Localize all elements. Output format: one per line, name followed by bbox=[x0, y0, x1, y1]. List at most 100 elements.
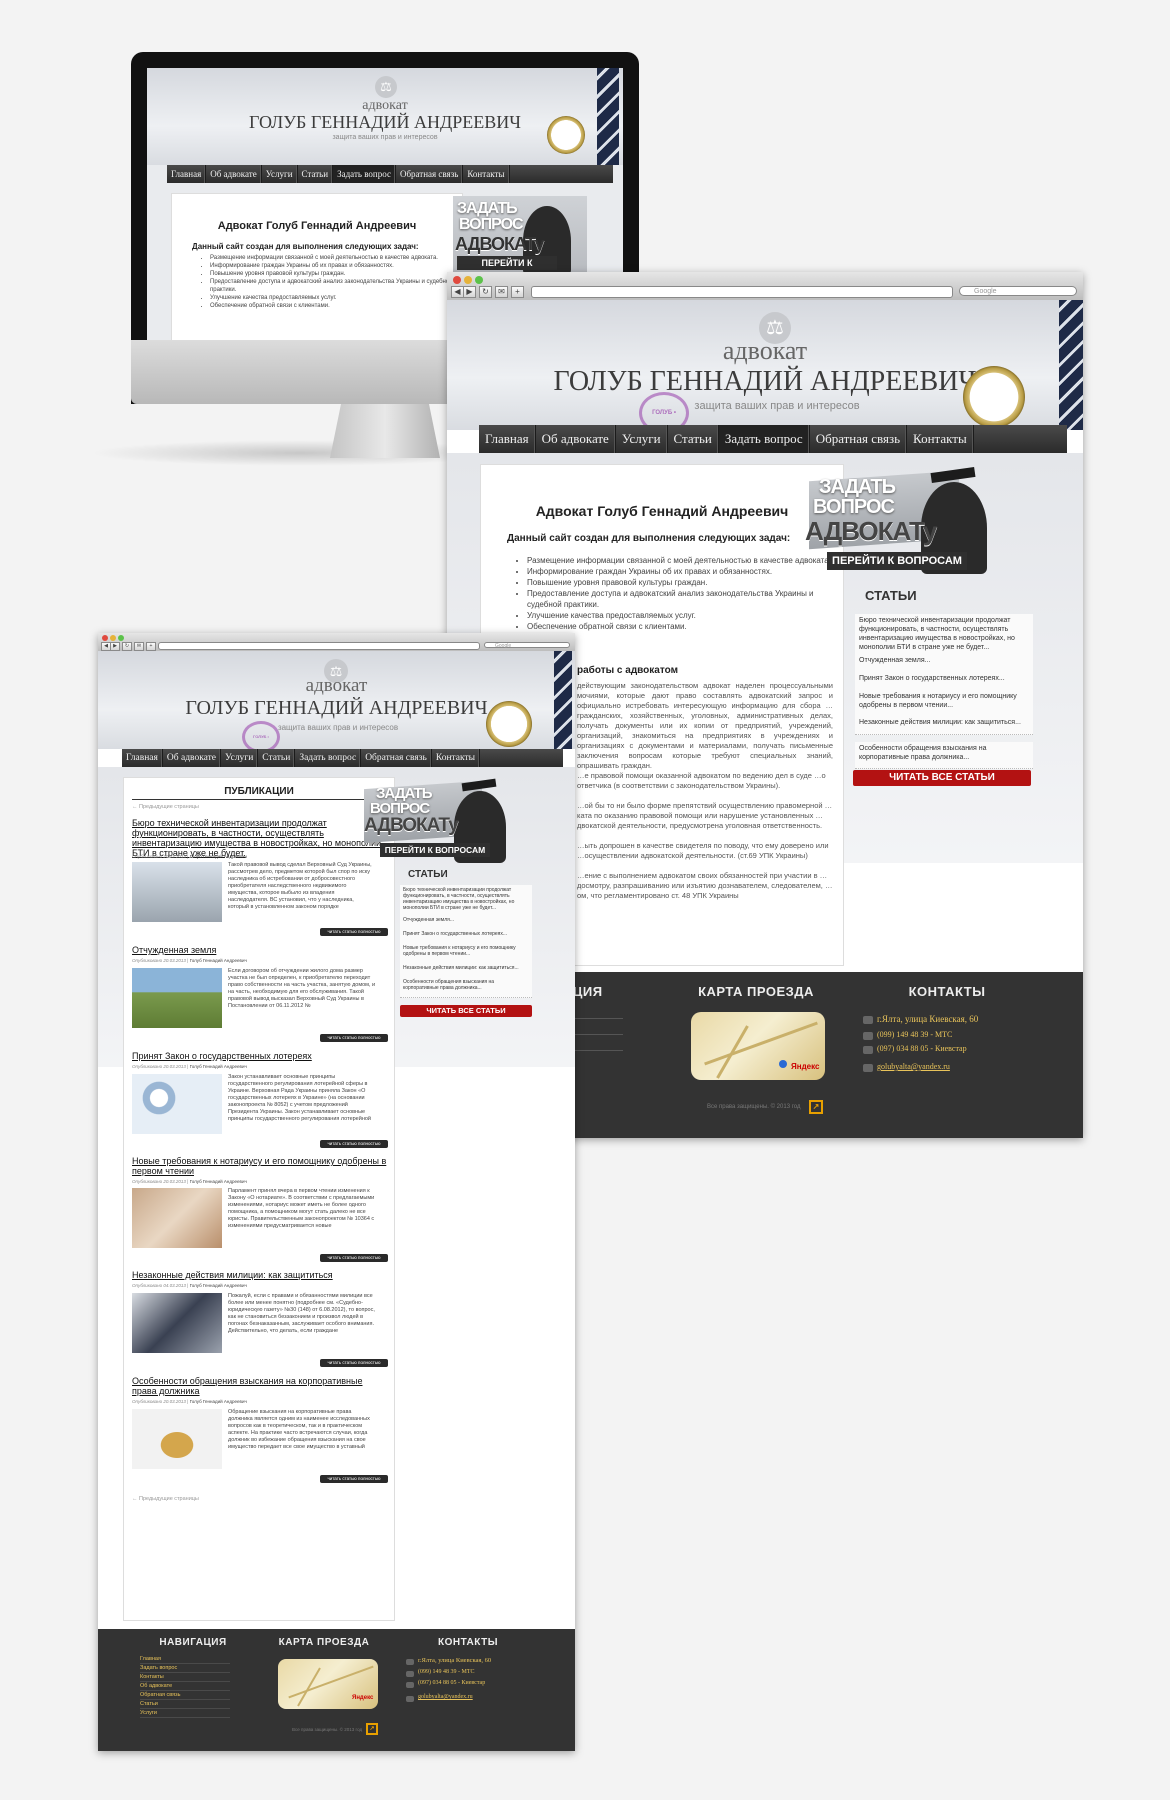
sidebar-article-link[interactable]: Бюро технической инвентаризации продолжа… bbox=[855, 614, 1033, 655]
search-input[interactable]: Google bbox=[484, 642, 570, 649]
nav-item-about[interactable]: Об адвокате bbox=[163, 749, 222, 767]
publication-excerpt: Если договором об отчуждении жилого дома… bbox=[228, 968, 376, 1009]
address-bar[interactable] bbox=[531, 286, 953, 298]
read-more-button[interactable]: читать статью полностью bbox=[320, 1475, 388, 1483]
nav-item-ask[interactable]: Задать вопрос bbox=[295, 749, 362, 767]
prev-pages-link-bottom[interactable]: ← Предыдущие страницы bbox=[132, 1496, 199, 1502]
add-tab-icon[interactable]: + bbox=[511, 286, 524, 298]
ask-lawyer-banner[interactable]: ЗАДАТЬ ВОПРОС АДВОКАТу ПЕРЕЙТИ К ВОПРОСА… bbox=[360, 775, 520, 865]
location-map[interactable]: Яндекс bbox=[691, 1012, 825, 1080]
footer-nav-link[interactable]: Об адвокате bbox=[140, 1682, 230, 1691]
maximize-window-icon[interactable] bbox=[475, 276, 483, 284]
read-more-button[interactable]: читать статью полностью bbox=[320, 1254, 388, 1262]
footer-nav-link[interactable]: Статьи bbox=[140, 1700, 230, 1709]
footer-nav-link[interactable]: Обратная связь bbox=[140, 1691, 230, 1700]
publication-author: Голуб Геннадий Андреевич bbox=[189, 1064, 247, 1069]
minimize-window-icon[interactable] bbox=[464, 276, 472, 284]
footer-nav-title: НАВИГАЦИЯ bbox=[159, 1637, 227, 1648]
sidebar-article-link[interactable]: Незаконные действия милиции: как защитит… bbox=[855, 716, 1033, 735]
publication-image-land bbox=[132, 968, 222, 1028]
sidebar-article-link[interactable]: Отчужденная земля... bbox=[855, 654, 1033, 673]
prev-pages-link-top[interactable]: ← Предыдущие страницы bbox=[132, 804, 199, 810]
contact-email[interactable]: golubyalta@yandex.ru bbox=[877, 1062, 950, 1071]
reload-icon[interactable]: ↻ bbox=[122, 642, 132, 651]
reload-icon[interactable]: ↻ bbox=[479, 286, 492, 298]
nav-item-feedback[interactable]: Обратная связь bbox=[810, 425, 908, 453]
ask-banner-button[interactable]: ПЕРЕЙТИ К ВОПРОСАМ bbox=[457, 256, 557, 276]
task-item: Повышение уровня правовой культуры гражд… bbox=[210, 270, 470, 278]
ask-banner-button[interactable]: ПЕРЕЙТИ К ВОПРОСАМ bbox=[380, 843, 490, 857]
read-all-articles-button[interactable]: ЧИТАТЬ ВСЕ СТАТЬИ bbox=[853, 770, 1031, 786]
sidebar-article-link[interactable]: Отчужденная земля... bbox=[400, 915, 532, 930]
bookmark-icon[interactable]: ✉ bbox=[495, 286, 508, 298]
nav-item-about[interactable]: Об адвокате bbox=[536, 425, 616, 453]
minimize-window-icon[interactable] bbox=[110, 635, 116, 641]
nav-item-ask[interactable]: Задать вопрос bbox=[333, 165, 396, 183]
close-window-icon[interactable] bbox=[102, 635, 108, 641]
nav-item-contacts[interactable]: Контакты bbox=[432, 749, 481, 767]
close-window-icon[interactable] bbox=[453, 276, 461, 284]
ask-banner-button[interactable]: ПЕРЕЙТИ К ВОПРОСАМ bbox=[827, 552, 967, 570]
publication-title[interactable]: Принят Закон о государственных лотереях bbox=[132, 1051, 388, 1061]
section2-paragraph: …ыть допрошен в качестве свидетеля по по… bbox=[577, 841, 829, 860]
footer-nav-link[interactable]: Главная bbox=[140, 1655, 230, 1664]
publications-title: ПУБЛИКАЦИИ bbox=[224, 786, 294, 797]
browser-window-publications: ◀ ▶ ↻ ✉ + Google ⚖ адвокат ГОЛУБ ГЕННАДИ… bbox=[98, 633, 575, 1751]
nav-item-feedback[interactable]: Обратная связь bbox=[396, 165, 464, 183]
add-tab-icon[interactable]: + bbox=[146, 642, 156, 651]
maximize-window-icon[interactable] bbox=[118, 635, 124, 641]
publication-author: Голуб Геннадий Андреевич bbox=[189, 854, 247, 859]
location-map[interactable]: Яндекс bbox=[278, 1659, 378, 1709]
contact-phone-1: (099) 149 48 39 - МТС bbox=[418, 1669, 475, 1675]
content-title: Адвокат Голуб Геннадий Андреевич bbox=[217, 220, 417, 232]
nav-item-services[interactable]: Услуги bbox=[616, 425, 668, 453]
nav-item-articles[interactable]: Статьи bbox=[668, 425, 719, 453]
sidebar-article-link[interactable]: Особенности обращения взыскания на корпо… bbox=[855, 742, 1033, 769]
nav-item-contacts[interactable]: Контакты bbox=[463, 165, 510, 183]
nav-item-articles[interactable]: Статьи bbox=[258, 749, 296, 767]
read-more-button[interactable]: читать статью полностью bbox=[320, 1359, 388, 1367]
publication-title[interactable]: Незаконные действия милиции: как защитит… bbox=[132, 1270, 388, 1280]
sidebar-article-link[interactable]: Новые требования к нотариусу и его помощ… bbox=[400, 943, 532, 964]
nav-item-home[interactable]: Главная bbox=[479, 425, 536, 453]
contact-email[interactable]: golubyalta@yandex.ru bbox=[418, 1694, 473, 1700]
footer-nav-link[interactable]: Услуги bbox=[140, 1709, 230, 1718]
read-more-button[interactable]: читать статью полностью bbox=[320, 928, 388, 936]
nav-item-about[interactable]: Об адвокате bbox=[206, 165, 262, 183]
sidebar-article-link[interactable]: Новые требования к нотариусу и его помощ… bbox=[855, 690, 1033, 717]
nav-item-home[interactable]: Главная bbox=[122, 749, 163, 767]
sidebar-article-link[interactable]: Принят Закон о государственных лотереях.… bbox=[400, 929, 532, 944]
read-more-button[interactable]: читать статью полностью bbox=[320, 1140, 388, 1148]
nav-item-ask[interactable]: Задать вопрос bbox=[718, 425, 810, 453]
footer-nav-link[interactable]: Задать вопрос bbox=[140, 1664, 230, 1673]
forward-icon[interactable]: ▶ bbox=[110, 642, 120, 651]
ask-lawyer-banner[interactable]: ЗАДАТЬ ВОПРОС АДВОКАТу ПЕРЕЙТИ К ВОПРОСА… bbox=[453, 196, 587, 276]
bookmark-icon[interactable]: ✉ bbox=[134, 642, 144, 651]
sidebar-article-link[interactable]: Незаконные действия милиции: как защитит… bbox=[400, 963, 532, 978]
search-input[interactable]: Google bbox=[959, 286, 1077, 296]
publication-title[interactable]: Отчужденная земля bbox=[132, 945, 388, 955]
nav-item-services[interactable]: Услуги bbox=[262, 165, 298, 183]
sidebar-article-link[interactable]: Бюро технической инвентаризации продолжа… bbox=[400, 885, 532, 916]
publication-title[interactable]: Новые требования к нотариусу и его помощ… bbox=[132, 1156, 388, 1176]
nav-item-contacts[interactable]: Контакты bbox=[907, 425, 974, 453]
forward-icon[interactable]: ▶ bbox=[463, 286, 476, 298]
address-bar[interactable] bbox=[158, 642, 480, 650]
task-item: Предоставление доступа и адвокатский ана… bbox=[210, 278, 470, 294]
site-header: ⚖ адвокат ГОЛУБ ГЕННАДИЙ АНДРЕЕВИЧ защит… bbox=[447, 300, 1083, 430]
nav-item-home[interactable]: Главная bbox=[167, 165, 207, 183]
sidebar-article-link[interactable]: Особенности обращения взыскания на корпо… bbox=[400, 977, 532, 998]
contact-address: г.Ялта, улица Киевская, 60 bbox=[877, 1014, 979, 1024]
scroll-top-icon[interactable]: ↗ bbox=[809, 1100, 823, 1114]
nav-item-services[interactable]: Услуги bbox=[221, 749, 259, 767]
sidebar-article-link[interactable]: Принят Закон о государственных лотереях.… bbox=[855, 672, 1033, 691]
nav-item-articles[interactable]: Статьи bbox=[298, 165, 334, 183]
scroll-top-icon[interactable]: ↗ bbox=[366, 1723, 378, 1735]
nav-item-feedback[interactable]: Обратная связь bbox=[361, 749, 432, 767]
ask-lawyer-banner[interactable]: ЗАДАТЬ ВОПРОС АДВОКАТу ПЕРЕЙТИ К ВОПРОСА… bbox=[801, 464, 1001, 576]
read-more-button[interactable]: читать статью полностью bbox=[320, 1034, 388, 1042]
publication-title[interactable]: Бюро технической инвентаризации продолжа… bbox=[132, 818, 388, 858]
read-all-articles-button[interactable]: ЧИТАТЬ ВСЕ СТАТЬИ bbox=[400, 1005, 532, 1017]
footer-nav-link[interactable]: Контакты bbox=[140, 1673, 230, 1682]
publication-title[interactable]: Особенности обращения взыскания на корпо… bbox=[132, 1376, 388, 1396]
